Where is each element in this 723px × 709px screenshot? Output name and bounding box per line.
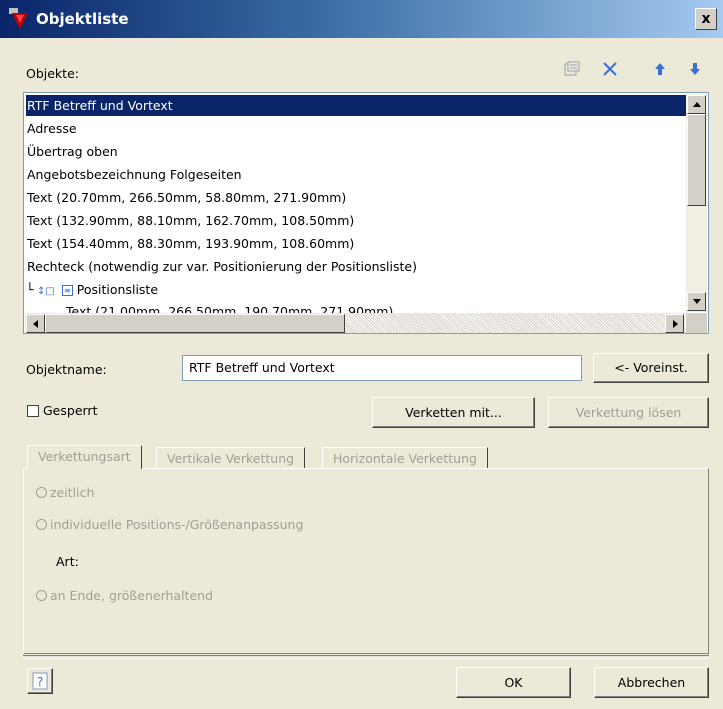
gesperrt-label: Gesperrt <box>43 403 98 418</box>
individuell-label: individuelle Positions-/Größenanpassung <box>50 517 304 532</box>
tab-panel <box>23 468 709 654</box>
radio-individuell[interactable] <box>36 519 47 530</box>
object-list[interactable]: RTF Betreff und Vortext Adresse Übertrag… <box>23 92 709 334</box>
properties-icon[interactable] <box>563 60 581 78</box>
list-item[interactable]: Text (132.90mm, 88.10mm, 162.70mm, 108.5… <box>26 210 687 231</box>
list-item-label: Positionsliste <box>76 282 159 297</box>
tab-verkettungsart[interactable]: Verkettungsart <box>27 445 142 469</box>
list-item[interactable]: Rechteck (notwendig zur var. Positionier… <box>26 256 687 277</box>
abbrechen-button[interactable]: Abbrechen <box>594 667 709 698</box>
objektliste-dialog: Objektliste x Objekte: RTF Betreff und V… <box>0 0 723 709</box>
tab-horizontale-verkettung[interactable]: Horizontale Verkettung <box>322 447 488 469</box>
ok-button[interactable]: OK <box>456 667 571 698</box>
gesperrt-checkbox[interactable] <box>27 405 39 417</box>
scroll-thumb[interactable] <box>687 114 706 206</box>
svg-text:?: ? <box>37 675 43 689</box>
objektname-input[interactable]: RTF Betreff und Vortext <box>182 355 582 381</box>
arrow-up-icon[interactable] <box>651 60 669 78</box>
list-item[interactable]: Text (21.00mm, 266.50mm, 190.70mm, 271.9… <box>26 301 708 313</box>
app-icon <box>9 8 28 29</box>
vertical-scrollbar[interactable] <box>686 94 707 312</box>
list-item[interactable]: Angebotsbezeichnung Folgeseiten <box>26 164 687 185</box>
scroll-up-button[interactable] <box>687 95 706 114</box>
scroll-corner <box>686 313 707 333</box>
scroll-down-button[interactable] <box>687 292 706 311</box>
list-item[interactable]: Text (20.70mm, 266.50mm, 58.80mm, 271.90… <box>26 187 687 208</box>
hscroll-thumb[interactable] <box>45 314 345 333</box>
list-item[interactable]: RTF Betreff und Vortext <box>26 95 687 116</box>
close-button[interactable]: x <box>695 8 717 30</box>
list-item[interactable]: Übertrag oben <box>26 141 687 162</box>
zeitlich-label: zeitlich <box>50 485 95 500</box>
divider <box>23 655 709 659</box>
verkettung-loesen-button[interactable]: Verkettung lösen <box>548 397 709 428</box>
radio-zeitlich[interactable] <box>36 487 47 498</box>
radio-an-ende[interactable] <box>36 590 47 601</box>
scroll-right-button[interactable] <box>665 314 684 333</box>
tree-line-icon: └ <box>26 282 34 297</box>
list-item[interactable]: Text (154.40mm, 88.30mm, 193.90mm, 108.6… <box>26 233 687 254</box>
tab-vertikale-verkettung[interactable]: Vertikale Verkettung <box>156 447 306 469</box>
an-ende-label: an Ende, größenerhaltend <box>50 588 213 603</box>
arrow-down-icon[interactable] <box>686 60 704 78</box>
list-item[interactable]: Adresse <box>26 118 687 139</box>
expand-icon: ↕□ <box>37 286 55 297</box>
objects-label: Objekte: <box>26 66 79 81</box>
title-bar[interactable]: Objektliste x <box>0 0 723 38</box>
help-question-icon: ? <box>32 672 48 690</box>
objektname-label: Objektname: <box>26 362 107 377</box>
horizontal-scrollbar[interactable] <box>25 313 685 333</box>
list-item-tree[interactable]: └ ↕□ ≡ Positionsliste <box>26 279 686 300</box>
scroll-left-button[interactable] <box>26 314 45 333</box>
window-title: Objektliste <box>36 10 129 28</box>
list-node-icon: ≡ <box>61 285 73 296</box>
verketten-button[interactable]: Verketten mit... <box>372 397 535 428</box>
delete-x-icon[interactable] <box>601 60 619 78</box>
help-button[interactable]: ? <box>27 668 53 694</box>
voreinst-button[interactable]: <- Voreinst. <box>593 353 709 383</box>
art-label: Art: <box>56 554 79 569</box>
